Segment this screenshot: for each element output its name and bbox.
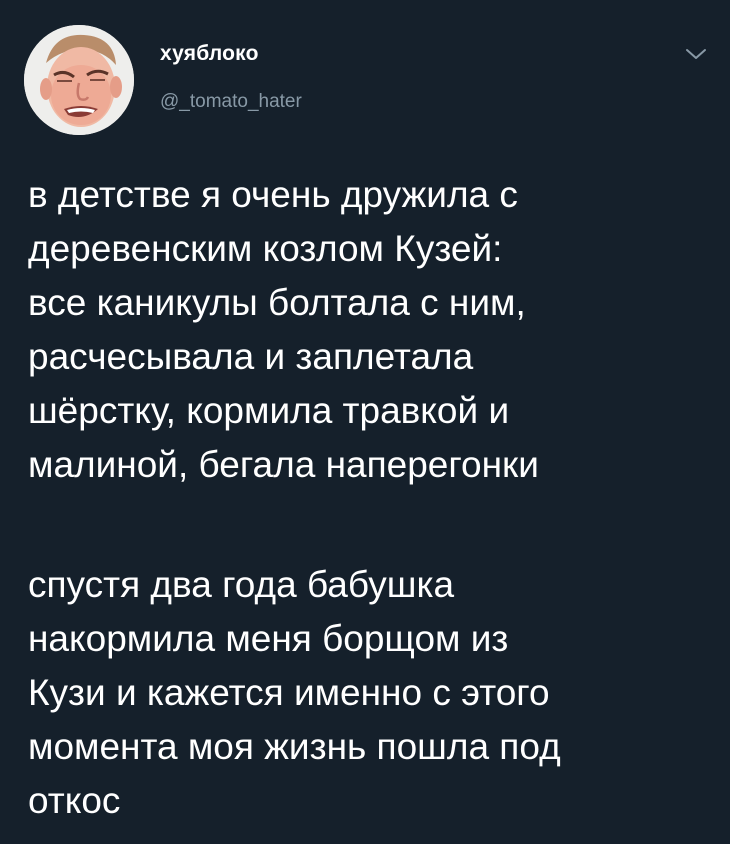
tweet-text-line: откос [28,780,121,821]
tweet-text-line: Кузи и кажется именно с этого [28,672,550,713]
tweet-paragraph: в детстве я очень дружила с деревенским … [28,168,718,492]
author-display-name[interactable]: хуяблоко [160,42,259,66]
face-avatar-icon [24,25,134,135]
tweet-text-line: деревенским козлом Кузей: [28,228,503,269]
tweet-text-line: накормила меня борщом из [28,618,509,659]
tweet-text-line: момента моя жизнь пошла под [28,726,561,767]
tweet-text-line: все каникулы болтала с ним, [28,282,526,323]
tweet-card: хуяблоко @_tomato_hater в детстве я очен… [0,0,730,844]
author-handle[interactable]: @_tomato_hater [160,91,302,113]
tweet-text-line: спустя два года бабушка [28,564,455,605]
chevron-down-icon[interactable] [683,44,709,64]
user-avatar[interactable] [24,25,134,135]
tweet-text-line: в детстве я очень дружила с [28,174,518,215]
tweet-text-line: расчесывала и заплетала [28,336,474,377]
tweet-text-line: малиной, бегала наперегонки [28,444,539,485]
tweet-paragraph: спустя два года бабушка накормила меня б… [28,558,718,828]
tweet-text-line: шёрстку, кормила травкой и [28,390,510,431]
